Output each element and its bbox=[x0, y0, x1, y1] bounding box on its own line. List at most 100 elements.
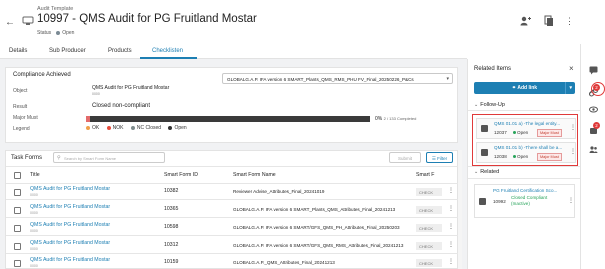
tab-sub-producer[interactable]: Sub Producer bbox=[49, 48, 86, 54]
chevron-down-icon: ⌄ bbox=[474, 102, 479, 108]
object-sub: 0000 bbox=[92, 92, 100, 96]
more-vert-icon[interactable]: ⋮ bbox=[568, 197, 574, 204]
document-copy-icon[interactable] bbox=[544, 15, 554, 26]
col-smart-form-id: Smart Form ID bbox=[164, 172, 199, 178]
row-title-link[interactable]: QMS Audit for PG Fruitland Mostar bbox=[30, 186, 110, 192]
row-checkbox[interactable] bbox=[14, 189, 21, 196]
filter-button[interactable]: ☰ Filter bbox=[426, 152, 453, 163]
more-vert-icon[interactable]: ⋮ bbox=[448, 187, 454, 194]
row-title-link[interactable]: QMS Audit for PG Fruitland Mostar bbox=[30, 222, 110, 228]
row-checkbox[interactable] bbox=[14, 243, 21, 250]
tab-details[interactable]: Details bbox=[9, 48, 27, 54]
status-dot bbox=[513, 131, 516, 135]
divider bbox=[6, 199, 459, 200]
follow-up-title-link[interactable]: QMS 01.01 a) -The legal entity... bbox=[494, 121, 566, 126]
row-check-button[interactable]: CHECK bbox=[416, 206, 442, 214]
panel-top-spacer bbox=[467, 44, 580, 59]
related-item[interactable]: PG Fruitland Certification Sco... 10992 … bbox=[474, 184, 575, 218]
row-sub: 0000 bbox=[30, 211, 38, 215]
row-title-link[interactable]: QMS Audit for PG Fruitland Mostar bbox=[30, 204, 110, 210]
task-icon bbox=[481, 149, 488, 156]
legend-dot bbox=[86, 125, 90, 130]
progress-percent: 0% bbox=[375, 116, 383, 122]
more-vert-icon[interactable]: ⋮ bbox=[570, 124, 576, 131]
submit-button[interactable]: Submit bbox=[389, 152, 421, 163]
tab-bar: Details Sub Producer Products Checkliste… bbox=[0, 44, 467, 59]
compliance-title: Compliance Achieved bbox=[13, 72, 71, 78]
legend-item-ok: OK bbox=[86, 125, 99, 131]
row-name: GLOBALG.A.P. IFA version 6 SMART_Plants_… bbox=[233, 207, 396, 212]
more-vert-icon[interactable]: ⋮ bbox=[565, 16, 575, 26]
more-vert-icon[interactable]: ⋮ bbox=[448, 241, 454, 248]
status-dot bbox=[513, 155, 516, 159]
col-smart-form-extra: Smart F bbox=[416, 172, 435, 178]
close-icon[interactable]: × bbox=[569, 64, 574, 73]
progress-text: 0% 2 / 133 Completed bbox=[375, 116, 416, 122]
follow-up-status: Open bbox=[513, 154, 528, 159]
notification-badge: 2 bbox=[593, 122, 600, 129]
follow-up-item[interactable]: QMS 01.01 a) -The legal entity... 12037 … bbox=[476, 118, 576, 139]
row-title-link[interactable]: QMS Audit for PG Fruitland Mostar bbox=[30, 257, 110, 263]
progress-sub: 2 / 133 Completed bbox=[383, 116, 417, 121]
comment-icon[interactable] bbox=[589, 66, 598, 75]
assign-user-icon[interactable] bbox=[520, 16, 531, 26]
row-check-button[interactable]: CHECK bbox=[416, 242, 442, 250]
group-icon[interactable] bbox=[589, 145, 598, 154]
search-icon: ⚲ bbox=[57, 155, 61, 161]
tab-products[interactable]: Products bbox=[108, 48, 132, 54]
scrollbar[interactable] bbox=[458, 150, 462, 269]
task-forms-card: Task Forms ⚲ Search by Smart Form Name S… bbox=[5, 150, 459, 269]
progress-bar bbox=[86, 116, 370, 122]
follow-up-title-link[interactable]: QMS 01.01 b) -There shall be a... bbox=[494, 145, 566, 150]
major-must-badge: Major Must bbox=[537, 129, 562, 137]
status-value: Open bbox=[62, 30, 75, 36]
more-vert-icon[interactable]: ⋮ bbox=[570, 148, 576, 155]
task-icon bbox=[481, 125, 488, 132]
object-value: QMS Audit for PG Fruitland Mostar bbox=[92, 85, 170, 91]
tab-checklisten[interactable]: Checklisten bbox=[152, 48, 183, 54]
row-checkbox[interactable] bbox=[14, 225, 21, 232]
row-id: 10598 bbox=[164, 224, 179, 230]
row-check-button[interactable]: CHECK bbox=[416, 224, 442, 232]
related-item-id: 10992 bbox=[493, 199, 506, 204]
more-vert-icon[interactable]: ⋮ bbox=[448, 223, 454, 230]
back-arrow-icon[interactable]: ← bbox=[5, 17, 15, 28]
related-item-title-link[interactable]: PG Fruitland Certification Sco... bbox=[493, 188, 563, 193]
row-check-button[interactable]: CHECK bbox=[416, 259, 442, 267]
follow-up-section-header[interactable]: ⌄ Follow-Up bbox=[474, 102, 505, 108]
progress-fill bbox=[86, 116, 90, 122]
follow-up-highlight: QMS 01.01 a) -The legal entity... 12037 … bbox=[472, 114, 578, 166]
row-name: GLOBALG.A.P. IFA version 6 SMART/GFS_QMS… bbox=[233, 225, 400, 230]
row-id: 10365 bbox=[164, 206, 179, 212]
highlight-ring bbox=[591, 82, 605, 96]
search-input[interactable]: ⚲ Search by Smart Form Name bbox=[53, 152, 165, 163]
more-vert-icon[interactable]: ⋮ bbox=[448, 258, 454, 265]
legend-text: NC Closed bbox=[136, 125, 162, 131]
row-title-link[interactable]: QMS Audit for PG Fruitland Mostar bbox=[30, 240, 110, 246]
follow-up-id: 12038 bbox=[494, 154, 507, 159]
add-link-button[interactable]: ⚭ Add link ▾ bbox=[474, 82, 575, 94]
row-checkbox[interactable] bbox=[14, 207, 21, 214]
related-item-status: Closed Compliant (Inactive) bbox=[511, 195, 548, 206]
more-vert-icon[interactable]: ⋮ bbox=[448, 205, 454, 212]
chevron-down-icon[interactable]: ▾ bbox=[569, 85, 572, 91]
related-section-header[interactable]: ⌄ Related bbox=[474, 169, 499, 175]
status-line: Status Open bbox=[37, 30, 74, 36]
follow-up-item[interactable]: QMS 01.01 b) -There shall be a... 12038 … bbox=[476, 142, 576, 163]
eye-icon[interactable] bbox=[589, 105, 598, 114]
row-check-button[interactable]: CHECK bbox=[416, 188, 442, 196]
col-smart-form-name: Smart Form Name bbox=[233, 172, 276, 178]
row-sub: 0000 bbox=[30, 193, 38, 197]
major-must-badge: Major Must bbox=[537, 153, 562, 161]
row-checkbox[interactable] bbox=[14, 260, 21, 267]
select-all-checkbox[interactable] bbox=[14, 172, 21, 179]
page-header: ← Audit Template 10997 - QMS Audit for P… bbox=[0, 0, 574, 44]
divider bbox=[565, 82, 566, 94]
legend-item-open: Open bbox=[168, 125, 187, 131]
col-title: Title bbox=[30, 172, 40, 178]
follow-up-status-text: Open bbox=[517, 130, 529, 135]
row-name: GLOBALG.A.P. IFA version 6 SMART/GFS_QMS… bbox=[233, 243, 404, 248]
related-items-title: Related Items bbox=[474, 66, 512, 72]
checklist-select[interactable]: GLOBALG.A.P. IFA version 6 SMART_Plants_… bbox=[222, 73, 453, 84]
row-name: GLOBALG.A.P._QMS_Attributes_Final_202412… bbox=[233, 260, 335, 265]
